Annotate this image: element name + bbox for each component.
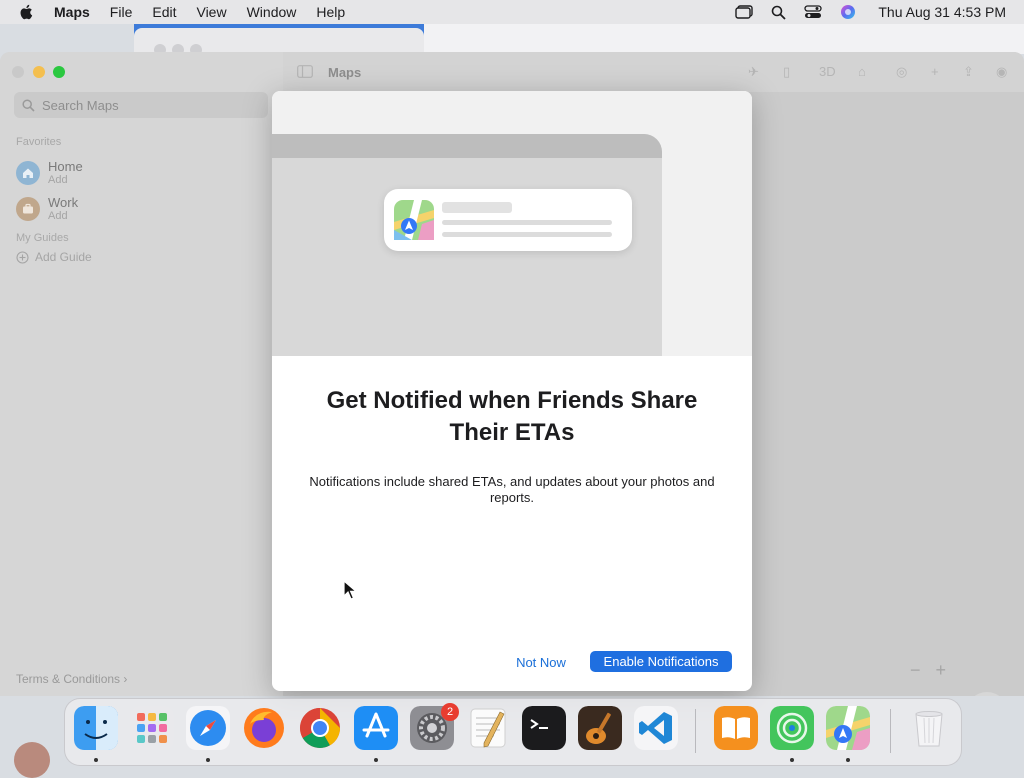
dialog-headline: Get Notified when Friends Share Their ET…: [326, 387, 698, 446]
control-center-icon[interactable]: [804, 5, 823, 19]
mouse-cursor-icon: [343, 580, 357, 600]
running-indicator: [846, 758, 850, 762]
illustration-notification-card: [384, 189, 632, 251]
plus-circle-icon: [16, 250, 29, 264]
vscode-icon[interactable]: [634, 706, 678, 750]
notification-illustration: [272, 91, 752, 356]
dock-separator: [890, 709, 891, 753]
spotlight-search-icon[interactable]: [771, 5, 786, 20]
zoom-window-button[interactable]: [53, 66, 65, 78]
location-arrow-icon[interactable]: ✈: [748, 64, 759, 80]
briefcase-icon: [16, 197, 40, 221]
map-mode-icon[interactable]: ▯: [783, 64, 790, 80]
close-window-button[interactable]: [12, 66, 24, 78]
illustration-screen-bar: [272, 134, 662, 158]
favorites-header: Favorites: [16, 136, 62, 148]
running-indicator: [374, 758, 378, 762]
dock-separator: [695, 709, 696, 753]
favorite-home-subtitle: Add: [48, 174, 68, 186]
sidebar-toggle-icon[interactable]: [297, 65, 313, 78]
finder-icon[interactable]: [74, 706, 118, 750]
share-icon[interactable]: ⇪: [963, 64, 974, 80]
zoom-out-button[interactable]: −: [910, 660, 921, 680]
chrome-icon[interactable]: [298, 706, 342, 750]
search-placeholder: Search Maps: [42, 97, 119, 113]
dock: 2: [64, 698, 962, 766]
terminal-icon[interactable]: [522, 706, 566, 750]
view-3d-button[interactable]: 3D: [819, 64, 836, 79]
my-guides-header: My Guides: [16, 232, 69, 244]
settings-badge: 2: [441, 703, 459, 721]
running-indicator: [790, 758, 794, 762]
background-window: [424, 24, 1024, 54]
trash-icon[interactable]: [907, 706, 951, 750]
siri-icon[interactable]: [840, 4, 856, 20]
zoom-controls: − +: [910, 660, 946, 681]
dialog-description: Notifications include shared ETAs, and u…: [309, 474, 715, 505]
favorite-home-title: Home: [48, 159, 83, 174]
search-icon: [22, 98, 35, 112]
menu-help[interactable]: Help: [316, 4, 345, 20]
enable-notifications-button[interactable]: Enable Notifications: [590, 651, 732, 672]
notification-prompt-dialog: Get Notified when Friends Share Their ET…: [272, 91, 752, 691]
menu-window[interactable]: Window: [247, 4, 297, 20]
terms-label: Terms & Conditions: [16, 672, 121, 686]
window-switcher-icon[interactable]: [735, 5, 754, 19]
books-icon[interactable]: [714, 706, 758, 750]
favorite-home[interactable]: Home Add: [16, 159, 83, 187]
chevron-right-icon: ›: [123, 672, 128, 686]
maps-app-icon: [394, 200, 434, 240]
menu-view[interactable]: View: [196, 4, 226, 20]
favorite-work[interactable]: Work Add: [16, 195, 78, 223]
apple-menu-icon[interactable]: [18, 3, 36, 21]
zoom-in-button[interactable]: +: [936, 660, 947, 680]
menu-bar: Maps File Edit View Window Help Thu Aug …: [0, 0, 1024, 24]
menu-clock[interactable]: Thu Aug 31 4:53 PM: [878, 4, 1006, 20]
toolbar-title: Maps: [328, 65, 362, 80]
maps-dock-icon[interactable]: [826, 706, 870, 750]
not-now-button[interactable]: Not Now: [508, 653, 574, 673]
safari-icon[interactable]: [186, 706, 230, 750]
favorite-work-title: Work: [48, 195, 79, 210]
menu-app-name[interactable]: Maps: [54, 4, 90, 20]
tracking-icon[interactable]: ◎: [896, 64, 907, 80]
running-indicator: [94, 758, 98, 762]
app-store-icon[interactable]: [354, 706, 398, 750]
add-icon[interactable]: +: [931, 64, 939, 79]
add-guide-button[interactable]: Add Guide: [16, 250, 92, 264]
launchpad-icon[interactable]: [130, 706, 174, 750]
minimize-window-button[interactable]: [33, 66, 45, 78]
illustration-line: [442, 232, 612, 237]
terms-and-conditions-link[interactable]: Terms & Conditions ›: [16, 672, 127, 686]
search-maps-field[interactable]: Search Maps: [14, 92, 268, 118]
garageband-icon[interactable]: [578, 706, 622, 750]
sidebar: Search Maps Favorites Home Add Work Add …: [0, 52, 283, 696]
find-my-icon[interactable]: [770, 706, 814, 750]
maps-toolbar: Maps ✈ ▯ 3D ⌂ ◎ + ⇪ ◉: [283, 52, 1024, 92]
look-around-icon[interactable]: ⌂: [858, 64, 866, 79]
firefox-icon[interactable]: [242, 706, 286, 750]
running-indicator: [206, 758, 210, 762]
account-icon[interactable]: ◉: [996, 64, 1007, 80]
illustration-line: [442, 220, 612, 225]
favorite-work-subtitle: Add: [48, 210, 68, 222]
menu-edit[interactable]: Edit: [152, 4, 176, 20]
add-guide-label: Add Guide: [35, 250, 92, 264]
illustration-line: [442, 202, 512, 213]
textedit-icon[interactable]: [466, 706, 510, 750]
menu-file[interactable]: File: [110, 4, 133, 20]
desktop-avatar: [14, 742, 50, 778]
house-icon: [16, 161, 40, 185]
